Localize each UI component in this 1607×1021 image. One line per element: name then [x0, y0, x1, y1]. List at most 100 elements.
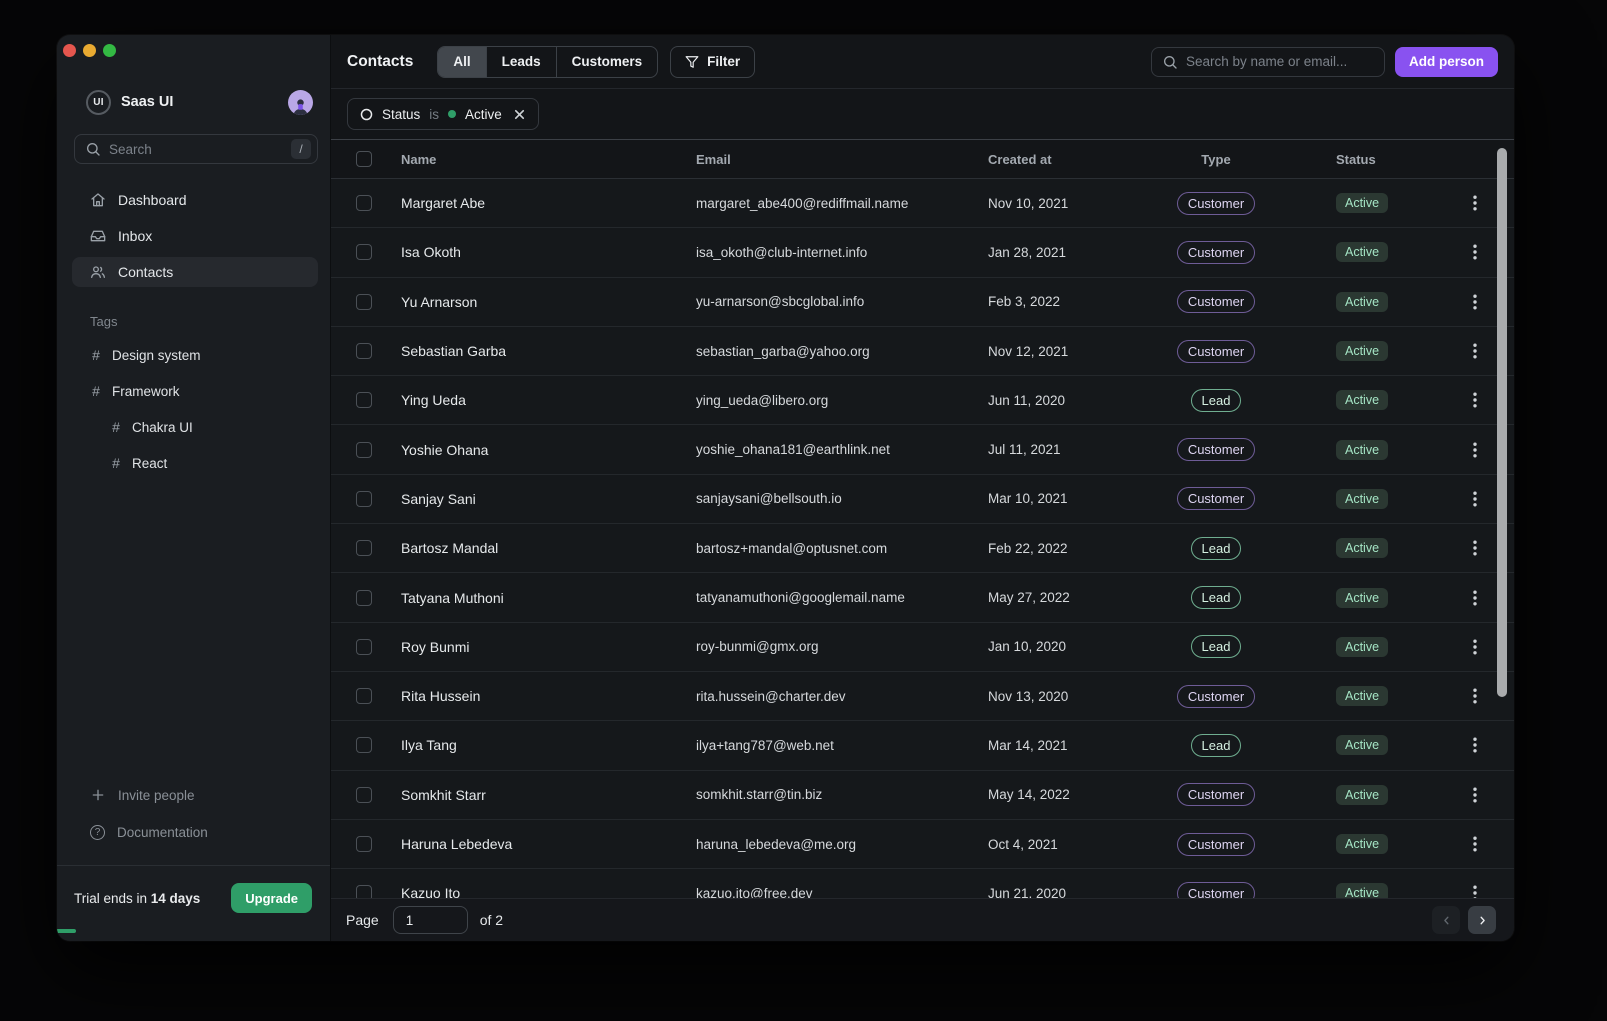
help-circle-icon: ?	[90, 825, 105, 840]
row-checkbox[interactable]	[356, 442, 372, 458]
plus-icon	[90, 787, 106, 803]
sidebar-search[interactable]: /	[74, 134, 318, 164]
type-badge: Customer	[1177, 192, 1255, 215]
sidebar-item-inbox[interactable]: Inbox	[72, 221, 318, 251]
documentation-link[interactable]: ? Documentation	[72, 820, 318, 844]
row-menu-button[interactable]	[1465, 586, 1485, 610]
row-menu-button[interactable]	[1465, 191, 1485, 215]
table-row[interactable]: Bartosz Mandal bartosz+mandal@optusnet.c…	[331, 524, 1514, 573]
tag-item-framework[interactable]: # Framework	[72, 379, 318, 403]
sidebar-item-contacts[interactable]: Contacts	[72, 257, 318, 287]
row-checkbox[interactable]	[356, 244, 372, 260]
sidebar-search-input[interactable]	[109, 142, 283, 157]
row-menu-button[interactable]	[1465, 536, 1485, 560]
previous-page-button[interactable]	[1432, 906, 1460, 934]
row-checkbox[interactable]	[356, 787, 372, 803]
row-menu-button[interactable]	[1465, 635, 1485, 659]
row-checkbox[interactable]	[356, 737, 372, 753]
tab-customers[interactable]: Customers	[556, 47, 658, 77]
close-window-button[interactable]	[63, 44, 76, 57]
page-number-input[interactable]	[393, 906, 468, 934]
table-row[interactable]: Roy Bunmi roy-bunmi@gmx.org Jan 10, 2020…	[331, 623, 1514, 672]
tag-item-chakra-ui[interactable]: # Chakra UI	[72, 415, 318, 439]
row-checkbox[interactable]	[356, 195, 372, 211]
table-row[interactable]: Sanjay Sani sanjaysani@bellsouth.io Mar …	[331, 475, 1514, 524]
table-header: Name Email Created at Type Status	[331, 140, 1514, 179]
table-row[interactable]: Somkhit Starr somkhit.starr@tin.biz May …	[331, 771, 1514, 820]
row-menu-button[interactable]	[1465, 487, 1485, 511]
contact-created-at: Nov 13, 2020	[988, 689, 1121, 704]
row-checkbox[interactable]	[356, 836, 372, 852]
chevron-left-icon	[1440, 914, 1453, 927]
status-badge: Active	[1336, 588, 1388, 608]
row-menu-button[interactable]	[1465, 388, 1485, 412]
kebab-menu-icon	[1473, 787, 1477, 803]
row-menu-button[interactable]	[1465, 290, 1485, 314]
table-scrollbar-thumb[interactable]	[1497, 148, 1507, 697]
contact-email: ilya+tang787@web.net	[696, 738, 988, 753]
table-row[interactable]: Isa Okoth isa_okoth@club-internet.info J…	[331, 228, 1514, 277]
sidebar-item-label: Dashboard	[118, 192, 187, 208]
contacts-search[interactable]	[1151, 47, 1385, 77]
table-row[interactable]: Tatyana Muthoni tatyanamuthoni@googlemai…	[331, 573, 1514, 622]
table-body: Margaret Abe margaret_abe400@rediffmail.…	[331, 179, 1514, 898]
row-checkbox[interactable]	[356, 590, 372, 606]
row-menu-button[interactable]	[1465, 240, 1485, 264]
row-checkbox[interactable]	[356, 540, 372, 556]
row-checkbox[interactable]	[356, 885, 372, 898]
link-label: Invite people	[118, 788, 195, 803]
status-badge: Active	[1336, 440, 1388, 460]
row-menu-button[interactable]	[1465, 438, 1485, 462]
tag-item-design-system[interactable]: # Design system	[72, 343, 318, 367]
table-row[interactable]: Rita Hussein rita.hussein@charter.dev No…	[331, 672, 1514, 721]
row-menu-button[interactable]	[1465, 881, 1485, 898]
row-checkbox[interactable]	[356, 688, 372, 704]
tab-leads[interactable]: Leads	[486, 47, 556, 77]
table-row[interactable]: Yu Arnarson yu-arnarson@sbcglobal.info F…	[331, 278, 1514, 327]
add-person-button[interactable]: Add person	[1395, 47, 1498, 77]
table-row[interactable]: Ying Ueda ying_ueda@libero.org Jun 11, 2…	[331, 376, 1514, 425]
sidebar-item-dashboard[interactable]: Dashboard	[72, 185, 318, 215]
next-page-button[interactable]	[1468, 906, 1496, 934]
row-menu-button[interactable]	[1465, 832, 1485, 856]
pagination-bar: Page of 2	[331, 898, 1514, 941]
link-label: Documentation	[117, 825, 208, 840]
invite-people-link[interactable]: Invite people	[72, 783, 318, 807]
table-row[interactable]: Haruna Lebedeva haruna_lebedeva@me.org O…	[331, 820, 1514, 869]
kebab-menu-icon	[1473, 491, 1477, 507]
row-checkbox[interactable]	[356, 491, 372, 507]
row-menu-button[interactable]	[1465, 783, 1485, 807]
row-checkbox[interactable]	[356, 294, 372, 310]
row-checkbox[interactable]	[356, 343, 372, 359]
chip-field: Status	[382, 107, 420, 122]
status-badge: Active	[1336, 390, 1388, 410]
row-menu-button[interactable]	[1465, 733, 1485, 757]
table-row[interactable]: Margaret Abe margaret_abe400@rediffmail.…	[331, 179, 1514, 228]
user-avatar[interactable]	[288, 90, 313, 115]
tag-label: React	[132, 456, 167, 471]
tab-all[interactable]: All	[438, 47, 485, 77]
person-icon	[291, 96, 310, 115]
table-row[interactable]: Ilya Tang ilya+tang787@web.net Mar 14, 2…	[331, 721, 1514, 770]
status-badge: Active	[1336, 735, 1388, 755]
contact-email: yoshie_ohana181@earthlink.net	[696, 442, 988, 457]
workspace-header: UI Saas UI	[86, 89, 313, 115]
filter-button[interactable]: Filter	[670, 46, 755, 78]
contact-email: sanjaysani@bellsouth.io	[696, 491, 988, 506]
zoom-window-button[interactable]	[103, 44, 116, 57]
table-row[interactable]: Kazuo Ito kazuo.ito@free.dev Jun 21, 202…	[331, 869, 1514, 898]
row-menu-button[interactable]	[1465, 339, 1485, 363]
upgrade-button[interactable]: Upgrade	[231, 883, 312, 913]
contacts-search-input[interactable]	[1186, 54, 1374, 69]
remove-filter-button[interactable]	[513, 108, 526, 121]
select-all-checkbox[interactable]	[356, 151, 372, 167]
contact-created-at: Nov 12, 2021	[988, 344, 1121, 359]
row-checkbox[interactable]	[356, 639, 372, 655]
row-checkbox[interactable]	[356, 392, 372, 408]
app-window: UI Saas UI /	[57, 35, 1514, 941]
table-row[interactable]: Sebastian Garba sebastian_garba@yahoo.or…	[331, 327, 1514, 376]
minimize-window-button[interactable]	[83, 44, 96, 57]
row-menu-button[interactable]	[1465, 684, 1485, 708]
table-row[interactable]: Yoshie Ohana yoshie_ohana181@earthlink.n…	[331, 425, 1514, 474]
tag-item-react[interactable]: # React	[72, 451, 318, 475]
